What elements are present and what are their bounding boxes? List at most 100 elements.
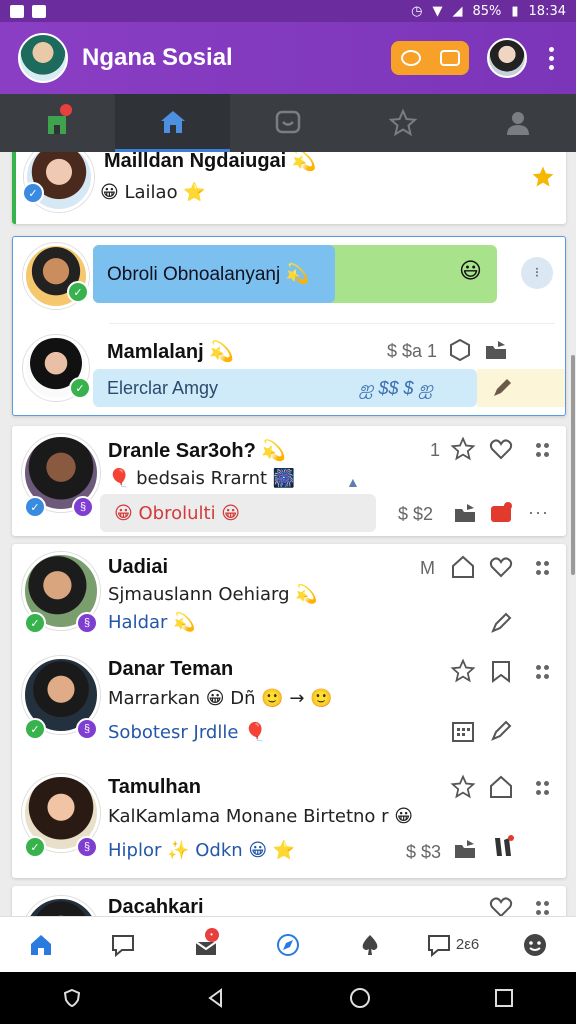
feed-card-2[interactable]: ✓ Obroli Obnoalanyanj 💫 😃 ⁝ ✓ Mamlalanj … bbox=[12, 236, 566, 416]
drag-handle-icon[interactable] bbox=[536, 781, 550, 795]
home-icon bbox=[31, 934, 52, 955]
bottom-nav-messages[interactable] bbox=[82, 932, 164, 958]
notification-app-icon bbox=[10, 4, 24, 18]
status-badge: ✓ bbox=[24, 612, 46, 634]
drag-handle-icon[interactable] bbox=[536, 901, 550, 915]
hexagon-icon[interactable] bbox=[447, 337, 473, 363]
heart-outline-icon[interactable] bbox=[488, 894, 514, 916]
tab-chat[interactable] bbox=[230, 94, 345, 152]
reply-chip[interactable]: 😀 Obrolulti 😀 bbox=[100, 494, 376, 532]
bottom-nav-inbox[interactable]: • bbox=[165, 927, 247, 958]
app-logo-avatar[interactable] bbox=[18, 33, 68, 83]
star-filled-icon[interactable] bbox=[530, 164, 556, 190]
bubble-emoji: 😃 bbox=[459, 259, 482, 284]
video-icon[interactable] bbox=[439, 50, 460, 66]
app-bar-actions bbox=[391, 38, 558, 78]
post-text: Sjmauslann Oehiarg 💫 bbox=[108, 584, 318, 605]
heart-outline-icon[interactable] bbox=[488, 554, 514, 580]
drag-handle-icon[interactable] bbox=[536, 665, 550, 679]
sync-icon[interactable] bbox=[400, 50, 421, 66]
options-icon[interactable]: ⁝ bbox=[521, 257, 553, 289]
shield-icon bbox=[63, 988, 81, 1008]
more-icon[interactable]: ··· bbox=[528, 502, 549, 523]
chat-bubble-icon bbox=[112, 934, 135, 957]
bottom-nav-activity[interactable] bbox=[329, 932, 411, 958]
drag-handle-icon[interactable] bbox=[536, 561, 550, 575]
bottom-nav-explore[interactable] bbox=[247, 932, 329, 958]
tab-home[interactable] bbox=[115, 94, 231, 152]
system-nav-back[interactable] bbox=[144, 987, 288, 1009]
system-nav-recents[interactable] bbox=[432, 987, 576, 1009]
post-text: 🎈 bedsais Rrarnt 🎆 bbox=[108, 468, 296, 489]
chat-icon bbox=[275, 110, 301, 134]
calendar-icon[interactable] bbox=[450, 718, 476, 744]
home-outline-icon[interactable] bbox=[488, 774, 514, 800]
tab-notifications[interactable] bbox=[0, 94, 115, 152]
post-author[interactable]: Tamulhan bbox=[108, 776, 201, 799]
status-badge: ✓ bbox=[24, 718, 46, 740]
system-nav-home[interactable] bbox=[288, 987, 432, 1009]
status-system-icons: ◷ ▼ ◢ 85% ▮ 18:34 bbox=[411, 4, 566, 19]
post-tag[interactable]: Sobotesr Jrdlle 🎈 bbox=[108, 722, 267, 743]
pencil-icon[interactable] bbox=[488, 718, 514, 744]
post-text: 😀 Lailao ⭐ bbox=[100, 182, 206, 203]
tab-favorites[interactable] bbox=[346, 94, 461, 152]
post-author[interactable]: Dranle Sar3oh? 💫 bbox=[108, 438, 286, 463]
comment-icon bbox=[427, 934, 450, 957]
red-tag-icon[interactable] bbox=[488, 500, 514, 526]
stand-icon[interactable] bbox=[490, 834, 516, 860]
profile-avatar[interactable] bbox=[487, 38, 527, 78]
system-nav-bar bbox=[0, 972, 576, 1024]
status-badge: § bbox=[76, 718, 98, 740]
bottom-nav-home[interactable] bbox=[0, 932, 82, 958]
bottom-nav-comments[interactable]: 2ε6 bbox=[411, 932, 493, 958]
inbox-badge: • bbox=[204, 927, 219, 942]
feed[interactable]: ✓ Mailldan Ngdaiugai 💫 😀 Lailao ⭐ ✓ Obro… bbox=[0, 152, 576, 916]
status-badge: ✓ bbox=[69, 377, 91, 399]
feed-card-4[interactable]: ✓ § Uadiai Sjmauslann Oehiarg 💫 Haldar 💫… bbox=[12, 544, 566, 878]
folder-share-icon[interactable] bbox=[483, 337, 509, 363]
system-nav-assistant[interactable] bbox=[0, 987, 144, 1009]
heart-outline-icon[interactable] bbox=[488, 436, 514, 462]
notification-photo-icon bbox=[32, 4, 46, 18]
star-outline-icon[interactable] bbox=[450, 658, 476, 684]
status-notification-icons bbox=[10, 4, 46, 18]
bookmark-icon[interactable] bbox=[488, 658, 514, 684]
recents-icon bbox=[495, 989, 513, 1007]
star-outline-icon[interactable] bbox=[450, 774, 476, 800]
drag-handle-icon[interactable] bbox=[536, 443, 550, 457]
overflow-menu-icon[interactable] bbox=[545, 43, 558, 74]
spade-icon bbox=[362, 934, 378, 955]
bottom-nav-profile[interactable] bbox=[494, 932, 576, 958]
tab-profile[interactable] bbox=[461, 94, 576, 152]
post-tag[interactable]: Hiplor ✨ Odkn 😀 ⭐ bbox=[108, 840, 295, 861]
scrollbar[interactable] bbox=[571, 355, 575, 575]
status-badge: ✓ bbox=[67, 281, 89, 303]
post-tag[interactable]: Haldar 💫 bbox=[108, 612, 196, 633]
folder-share-icon[interactable] bbox=[452, 836, 478, 862]
expand-icon[interactable]: ▲ bbox=[346, 474, 360, 490]
post-author[interactable]: Mamlalanj 💫 bbox=[107, 339, 234, 364]
post-author[interactable]: Dacahkari bbox=[108, 896, 204, 916]
like-count: 1 bbox=[430, 440, 441, 460]
person-icon bbox=[507, 112, 530, 135]
home-outline-icon[interactable] bbox=[450, 554, 476, 580]
pencil-icon[interactable] bbox=[489, 375, 515, 401]
post-letter: M bbox=[420, 558, 435, 578]
feed-card-5[interactable]: Dacahkari bbox=[12, 886, 566, 916]
message-bubble-text: Obroli Obnoalanyanj 💫 bbox=[93, 245, 335, 303]
feed-card-3[interactable]: ✓ § Dranle Sar3oh? 💫 🎈 bedsais Rrarnt 🎆 … bbox=[12, 426, 566, 536]
post-author[interactable]: Danar Teman bbox=[108, 658, 233, 681]
star-outline-icon[interactable] bbox=[450, 436, 476, 462]
pencil-icon[interactable] bbox=[488, 610, 514, 636]
feed-card-1[interactable]: ✓ Mailldan Ngdaiugai 💫 😀 Lailao ⭐ bbox=[12, 152, 566, 224]
post-author[interactable]: Uadiai bbox=[108, 556, 168, 579]
avatar[interactable] bbox=[22, 896, 100, 916]
face-icon bbox=[523, 933, 546, 956]
header-action-pill[interactable] bbox=[391, 41, 469, 75]
post-text: Marrarkan 😀 Dñ 🙂 → 🙂 bbox=[108, 688, 333, 709]
post-author[interactable]: Mailldan Ngdaiugai 💫 bbox=[104, 152, 317, 173]
folder-share-icon[interactable] bbox=[452, 500, 478, 526]
star-icon bbox=[388, 108, 418, 137]
status-badge: § bbox=[76, 612, 98, 634]
